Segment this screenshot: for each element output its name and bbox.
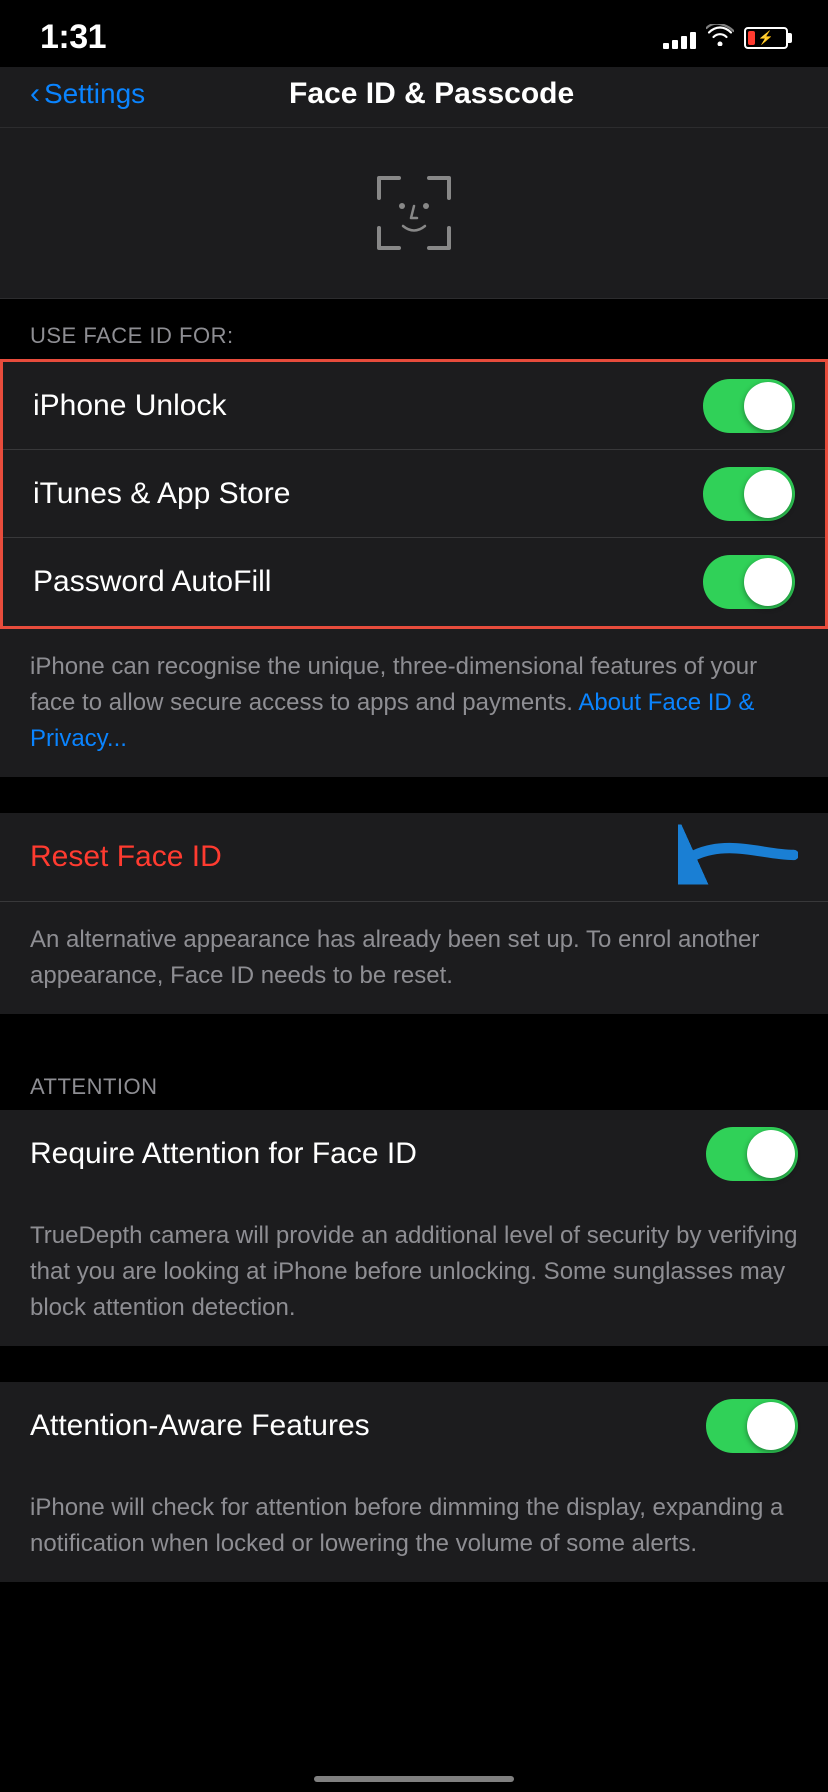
face-id-toggles-group: iPhone Unlock iTunes & App Store Passwor… [0,359,828,629]
home-indicator [314,1776,514,1782]
navigation-bar: ‹ Settings Face ID & Passcode [0,67,828,128]
face-id-header [0,128,828,299]
reset-face-id-label: Reset Face ID [30,840,222,874]
arrow-annotation [678,825,798,890]
iphone-unlock-label: iPhone Unlock [33,389,226,423]
itunes-app-store-label: iTunes & App Store [33,477,290,511]
require-attention-description: TrueDepth camera will provide an additio… [0,1198,828,1346]
section-separator-3 [0,1346,828,1382]
face-id-settings-section: iPhone Unlock iTunes & App Store Passwor… [3,362,825,626]
password-autofill-label: Password AutoFill [33,565,271,599]
battery-icon: ⚡ [744,27,788,49]
toggle-knob [747,1130,795,1178]
attention-aware-description: iPhone will check for attention before d… [0,1470,828,1582]
iphone-unlock-toggle[interactable] [703,379,795,433]
face-id-description: iPhone can recognise the unique, three-d… [0,629,828,777]
status-bar: 1:31 ⚡ [0,0,828,67]
reset-face-id-row[interactable]: Reset Face ID [0,813,828,901]
section-separator-1 [0,777,828,813]
password-autofill-toggle[interactable] [703,555,795,609]
blue-arrow-icon [678,825,798,885]
toggle-knob [747,1402,795,1450]
toggle-knob [744,470,792,518]
password-autofill-row: Password AutoFill [3,538,825,626]
toggle-knob [744,558,792,606]
attention-section-label: ATTENTION [0,1050,828,1110]
back-chevron-icon: ‹ [30,79,40,109]
use-face-id-section-label: USE FACE ID FOR: [0,299,828,359]
require-attention-row: Require Attention for Face ID [0,1110,828,1198]
page-title: Face ID & Passcode [65,77,798,111]
attention-aware-toggle[interactable] [706,1399,798,1453]
iphone-unlock-row: iPhone Unlock [3,362,825,450]
status-time: 1:31 [40,18,106,57]
require-attention-label: Require Attention for Face ID [30,1137,417,1171]
attention-aware-label: Attention-Aware Features [30,1409,370,1443]
itunes-app-store-row: iTunes & App Store [3,450,825,538]
signal-icon [663,27,696,49]
itunes-app-store-toggle[interactable] [703,467,795,521]
toggle-knob [744,382,792,430]
wifi-icon [706,24,734,52]
alt-appearance-description: An alternative appearance has already be… [0,901,828,1014]
attention-aware-section: Attention-Aware Features [0,1382,828,1470]
section-separator-2 [0,1014,828,1050]
attention-settings-section: Require Attention for Face ID [0,1110,828,1198]
attention-aware-row: Attention-Aware Features [0,1382,828,1470]
require-attention-toggle[interactable] [706,1127,798,1181]
face-id-icon [369,168,459,258]
content-area: USE FACE ID FOR: iPhone Unlock iTunes & … [0,128,828,1582]
status-icons: ⚡ [663,24,788,52]
